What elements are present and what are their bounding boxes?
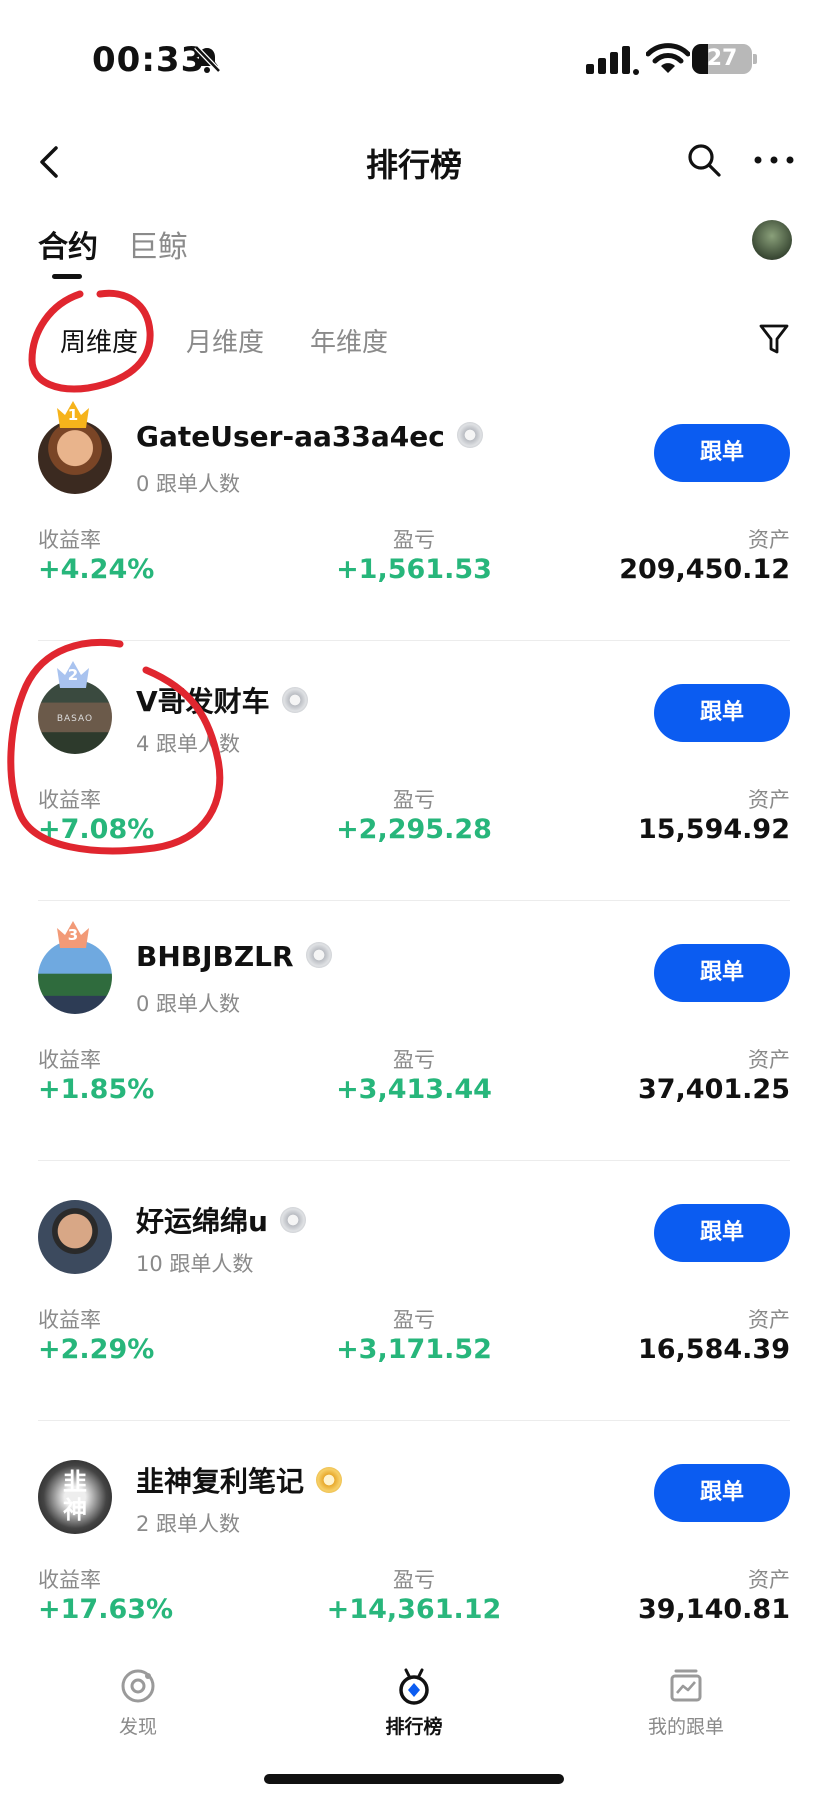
nav-discover-label: 发现 [118,1716,157,1738]
silver-badge-icon [279,1207,306,1233]
trader-name: V哥发财车 [136,685,270,718]
rank-number: 2 [67,666,79,684]
tab-whale[interactable]: 巨鲸 [128,222,188,266]
trader-name-row[interactable]: BHBJBZLR [136,940,332,973]
battery-level: 27 [706,46,738,71]
pnl-label: 盈亏 [393,1048,435,1072]
copy-trading-chart-icon [670,1669,702,1702]
card-divider [38,640,790,641]
trader-name-row[interactable]: GateUser-aa33a4ec [136,420,483,453]
follow-button[interactable]: 跟单 [654,944,790,1002]
nav-my-copy-trading-label: 我的跟单 [647,1716,724,1738]
nav-my-copy-trading[interactable]: 我的跟单 [626,1666,746,1739]
trader-avatar[interactable]: 韭神 [38,1460,112,1534]
trader-avatar[interactable] [38,940,112,1014]
gold-badge-icon [316,1467,343,1493]
nav-leaderboard[interactable]: 排行榜 [354,1666,474,1739]
assets-label: 资产 [748,528,790,552]
follow-button[interactable]: 跟单 [654,1204,790,1262]
status-time: 00:33 [92,40,206,80]
pnl-label: 盈亏 [393,1568,435,1592]
trader-card[interactable]: 3 BHBJBZLR 0 跟单人数 跟单 收益率 盈亏 资产 +1.85% +3,413.44 3… [0,900,828,1160]
search-icon[interactable] [686,142,722,178]
trader-name-row[interactable]: 韭神复利笔记 [136,1460,343,1500]
filter-monthly[interactable]: 月维度 [186,322,264,359]
filter-yearly[interactable]: 年维度 [310,322,388,359]
assets-value: 37,401.25 [637,1074,790,1105]
trader-avatar[interactable]: BASAO [38,680,112,754]
trader-name: GateUser-aa33a4ec [136,420,445,453]
trader-name: 好运绵绵u [136,1205,268,1238]
card-divider [38,900,790,901]
active-tab-indicator [52,274,82,279]
follower-count: 2 跟单人数 [136,1512,241,1536]
trader-avatar[interactable] [38,1200,112,1274]
wifi-icon [646,43,690,73]
silver-badge-icon [456,422,483,448]
trader-name-row[interactable]: 好运绵绵u [136,1200,306,1240]
leaderboard-page: 00:33 27 排行榜 合约 巨鲸 周维度 月维度 年维度 1 GateUse… [0,0,828,1800]
status-bar: 00:33 27 [0,0,828,120]
filter-funnel-icon[interactable] [758,322,790,356]
trader-card[interactable]: 好运绵绵u 10 跟单人数 跟单 收益率 盈亏 资产 +2.29% +3,171.52 16,5… [0,1160,828,1420]
follower-count: 4 跟单人数 [136,732,241,756]
assets-value: 15,594.92 [637,814,790,845]
assets-label: 资产 [748,1048,790,1072]
assets-label: 资产 [748,788,790,812]
pnl-label: 盈亏 [393,528,435,552]
follow-button[interactable]: 跟单 [654,424,790,482]
pnl-label: 盈亏 [393,788,435,812]
follower-count: 10 跟单人数 [136,1252,254,1276]
card-divider [38,1420,790,1421]
assets-label: 资产 [748,1568,790,1592]
assets-value: 209,450.12 [619,554,790,585]
trader-card[interactable]: 1 GateUser-aa33a4ec 0 跟单人数 跟单 收益率 盈亏 资产 +4.24% +… [0,380,828,640]
bell-muted-icon [194,45,221,73]
trader-name: BHBJBZLR [136,940,294,973]
trader-name: 韭神复利笔记 [136,1465,305,1498]
assets-label: 资产 [748,1308,790,1332]
trader-card[interactable]: BASAO 2 V哥发财车 4 跟单人数 跟单 收益率 盈亏 资产 +7.08% +2,295.2… [0,640,828,900]
follow-button[interactable]: 跟单 [654,1464,790,1522]
cellular-signal-icon [586,46,639,75]
avatar-calligraphy-text: 韭神 [63,1468,87,1524]
discover-icon [121,1669,155,1703]
user-avatar[interactable] [752,220,792,260]
more-options-icon[interactable] [752,142,796,178]
pnl-label: 盈亏 [393,1308,435,1332]
home-indicator [264,1774,564,1784]
rank-number: 3 [67,926,79,944]
card-divider [38,1160,790,1161]
silver-badge-icon [281,687,308,713]
follow-button[interactable]: 跟单 [654,684,790,742]
avatar-sign-text: BASAO [56,714,94,724]
trader-name-row[interactable]: V哥发财车 [136,680,308,720]
tab-contract[interactable]: 合约 [38,222,98,266]
battery-indicator: 27 [692,44,757,74]
follower-count: 0 跟单人数 [136,992,241,1016]
trader-avatar[interactable] [38,420,112,494]
filter-weekly[interactable]: 周维度 [60,322,138,359]
top-bar: 排行榜 [0,120,828,200]
silver-badge-icon [305,942,332,968]
nav-leaderboard-label: 排行榜 [385,1716,443,1738]
assets-value: 16,584.39 [637,1334,790,1365]
assets-value: 39,140.81 [637,1594,790,1625]
leaderboard-medal-icon [399,1668,429,1705]
follower-count: 0 跟单人数 [136,472,241,496]
nav-discover[interactable]: 发现 [78,1666,198,1739]
rank-number: 1 [67,406,79,424]
